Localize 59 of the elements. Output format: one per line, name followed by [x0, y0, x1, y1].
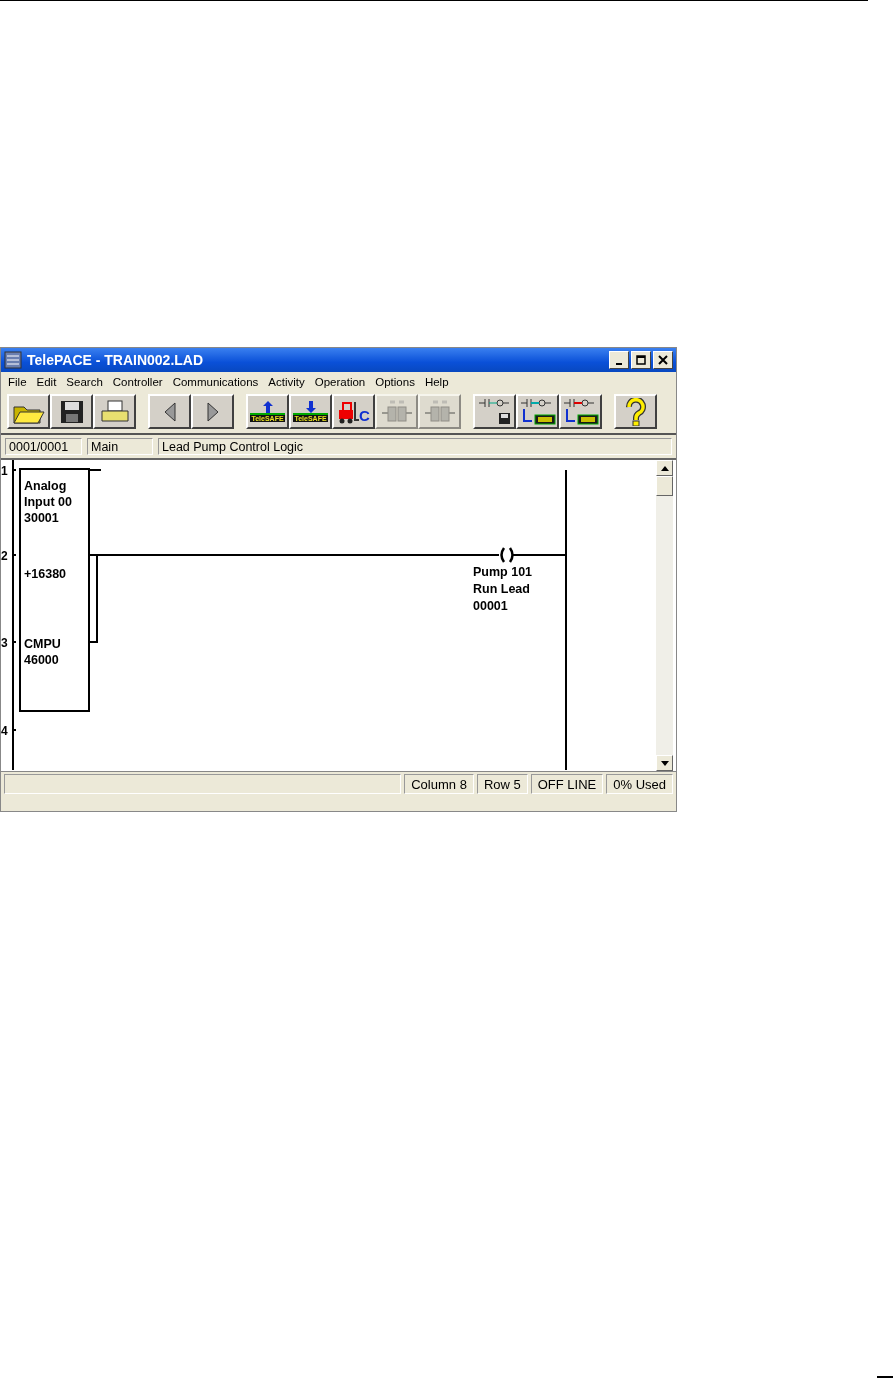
printer-icon [98, 398, 131, 425]
ladder-save-button[interactable] [473, 394, 516, 429]
rung-number: 4 [1, 724, 8, 738]
close-button[interactable] [653, 351, 673, 369]
status-text: Column 8 [404, 774, 474, 794]
forklift-icon [337, 399, 360, 424]
print-button[interactable] [93, 394, 136, 429]
rung-number: 2 [1, 549, 8, 563]
menu-item[interactable]: Activity [263, 375, 310, 389]
open-button[interactable] [7, 394, 50, 429]
rung-comment-field: Lead Pump Control Logic [158, 438, 672, 455]
vertical-scrollbar[interactable] [656, 460, 673, 771]
help-button[interactable] [614, 394, 657, 429]
menu-item[interactable]: File [3, 375, 32, 389]
forklift-letter: C [359, 406, 370, 424]
maximize-button[interactable] [631, 351, 651, 369]
scroll-thumb[interactable] [656, 476, 673, 496]
plug-icon [379, 398, 414, 425]
window-title: TelePACE - TRAIN002.LAD [27, 352, 205, 368]
network-number-field: 0001/0001 [5, 438, 82, 455]
scroll-up-icon[interactable] [660, 465, 669, 471]
menu-item[interactable]: Operation [309, 375, 371, 389]
block-operand: Analog Input 00 30001 [24, 479, 72, 525]
coil-icon [500, 546, 514, 564]
rung-number: 1 [1, 464, 8, 478]
menu-item[interactable]: Search [61, 375, 108, 389]
arrow-icon [304, 401, 317, 413]
ladder-transfer-icon [561, 397, 600, 426]
ladder-copy-button[interactable] [516, 394, 559, 429]
status-text: OFF LINE [530, 774, 604, 794]
save-button[interactable] [50, 394, 93, 429]
ladder-write-button[interactable] [559, 394, 602, 429]
close-icon [658, 355, 668, 365]
minimize-button[interactable] [609, 351, 629, 369]
app-icon [4, 351, 22, 369]
block-operand: CMPU 46000 [24, 637, 61, 667]
status-text: 0% Used [606, 774, 673, 794]
back-button[interactable] [148, 394, 191, 429]
wire [512, 554, 567, 556]
menu-item[interactable]: Controller [107, 375, 168, 389]
coil-label: Pump 101 Run Lead 00001 [473, 565, 533, 613]
arrow-icon [261, 401, 274, 413]
plug-icon [422, 398, 457, 425]
ladder-save-icon [476, 397, 513, 426]
menu-item[interactable]: Communications [167, 375, 264, 389]
block-operand: +16380 [24, 567, 67, 581]
minimize-icon [616, 362, 622, 365]
rung-number: 3 [1, 636, 8, 650]
menu-item[interactable]: Help [419, 375, 454, 389]
maximize-icon [636, 355, 646, 365]
ladder-transfer-icon [518, 397, 557, 426]
forklift-button[interactable]: C [332, 394, 375, 429]
menu-item[interactable]: Options [370, 375, 420, 389]
forward-button[interactable] [191, 394, 234, 429]
section-field: Main [87, 438, 153, 455]
status-text: Row 5 [476, 774, 528, 794]
wire [88, 469, 102, 471]
scroll-down-icon[interactable] [660, 760, 669, 766]
menu-item[interactable]: Edit [31, 375, 62, 389]
